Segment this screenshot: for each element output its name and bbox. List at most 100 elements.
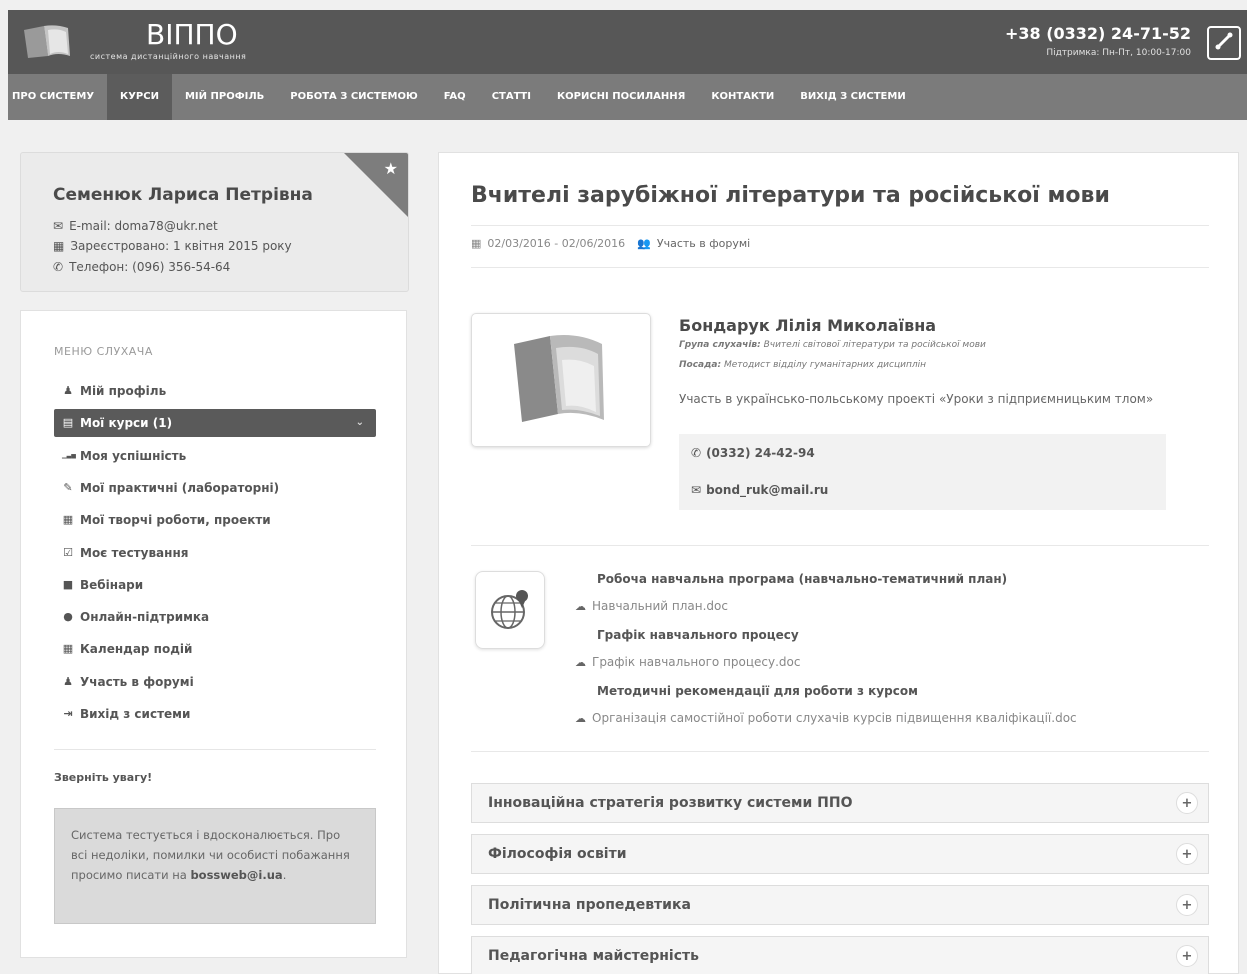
menu-item-9[interactable]: ♟ Участь в форумі	[54, 668, 376, 696]
meta-divider	[471, 267, 1209, 268]
video-icon: ■	[62, 578, 74, 591]
menu-item-3[interactable]: ✎ Мої практичні (лабораторні)	[54, 474, 376, 502]
nav-item-6[interactable]: КОРИСНІ ПОСИЛАННЯ	[544, 74, 698, 120]
plus-icon[interactable]: +	[1176, 945, 1198, 967]
accordion-item-0[interactable]: Інноваційна стратегія розвитку системи П…	[471, 783, 1209, 823]
notice-period: .	[282, 868, 287, 882]
plus-icon[interactable]: +	[1176, 894, 1198, 916]
logout-icon: ⇥	[63, 707, 73, 720]
teacher-divider	[471, 545, 1209, 546]
envelope-icon: ✉	[53, 219, 64, 233]
menu-divider	[54, 749, 376, 750]
site-header: ВІППО система дистанційного навчання +38…	[8, 10, 1247, 74]
profile-phone-text: Телефон: (096) 356-54-64	[69, 260, 231, 274]
accordion-label: Філософія освіти	[488, 846, 627, 862]
course-meta: ▦ 02/03/2016 - 02/06/2016 👥 Участь в фор…	[471, 237, 750, 250]
profile-card: ★ Семенюк Лариса Петрівна ✉ E-mail: doma…	[20, 152, 409, 292]
cloud-download-icon: ☁	[575, 655, 586, 669]
book-logo-icon[interactable]	[20, 22, 76, 62]
accordion-label: Політична пропедевтика	[488, 897, 691, 913]
profile-name: Семенюк Лариса Петрівна	[53, 185, 313, 205]
nav-item-3[interactable]: РОБОТА З СИСТЕМОЮ	[277, 74, 430, 120]
nav-item-2[interactable]: МІЙ ПРОФІЛЬ	[172, 74, 277, 120]
calendar-icon: ▦	[53, 239, 65, 253]
nav-item-1[interactable]: КУРСИ	[107, 74, 172, 120]
menu-item-label: Мій профіль	[80, 384, 167, 398]
header-phone: +38 (0332) 24-71-52	[1004, 24, 1191, 43]
forum-link[interactable]: Участь в форумі	[657, 237, 750, 250]
accordion-item-1[interactable]: Філософія освіти +	[471, 834, 1209, 874]
menu-item-4[interactable]: ▦ Мої творчі роботи, проекти	[54, 506, 376, 534]
notice-email[interactable]: bossweb@i.ua	[190, 868, 282, 882]
logo-title[interactable]: ВІППО	[146, 18, 238, 51]
teacher-contacts: ✆ (0332) 24-42-94 ✉ bond_ruk@mail.ru	[679, 434, 1166, 510]
nav-item-0[interactable]: ПРО СИСТЕМУ	[8, 74, 107, 120]
teacher-phone-text: (0332) 24-42-94	[706, 446, 815, 460]
menu-item-1[interactable]: ▤ Мої курси (1) ⌄	[54, 409, 376, 437]
menu-item-label: Мої творчі роботи, проекти	[80, 513, 271, 527]
teacher-description: Участь в українсько-польському проекті «…	[679, 392, 1154, 406]
calendar-icon: ▦	[471, 237, 482, 250]
teacher-group: Група слухачів: Вчителі світової літерат…	[679, 340, 986, 350]
profile-phone: ✆ Телефон: (096) 356-54-64	[53, 260, 230, 274]
course-dates: 02/03/2016 - 02/06/2016	[487, 237, 626, 250]
menu-item-8[interactable]: ▦ Календар подій	[54, 635, 376, 663]
method-file-text: Організація самостійної роботи слухачів …	[592, 711, 1077, 725]
method-file-link[interactable]: ☁ Організація самостійної роботи слухачі…	[575, 711, 1077, 725]
schedule-title: Графік навчального процесу	[597, 628, 799, 642]
menu-item-2[interactable]: ▁▃▅ Моя успішність	[54, 442, 376, 470]
nav-item-4[interactable]: FAQ	[431, 74, 479, 120]
chevron-down-icon: ⌄	[355, 417, 364, 428]
docs-divider	[471, 751, 1209, 752]
calendar-icon: ▦	[62, 642, 74, 655]
nav-item-7[interactable]: КОНТАКТИ	[698, 74, 787, 120]
teacher-photo	[471, 313, 651, 447]
menu-item-10[interactable]: ⇥ Вихід з системи	[54, 700, 376, 728]
file-icon: ▦	[62, 513, 74, 526]
profile-email: ✉ E-mail: doma78@ukr.net	[53, 219, 218, 233]
teacher-email[interactable]: ✉ bond_ruk@mail.ru	[691, 483, 828, 497]
menu-item-label: Вихід з системи	[80, 707, 191, 721]
cloud-download-icon: ☁	[575, 711, 586, 725]
program-title: Робоча навчальна програма (навчально-тем…	[597, 572, 1008, 586]
accordion-item-2[interactable]: Політична пропедевтика +	[471, 885, 1209, 925]
menu-item-0[interactable]: ♟ Мій профіль	[54, 377, 376, 405]
profile-registered-text: Зареєстровано: 1 квітня 2015 року	[70, 239, 292, 253]
envelope-icon: ✉	[691, 483, 702, 497]
program-file-link[interactable]: ☁ Навчальний план.doc	[575, 599, 728, 613]
book-icon: ▤	[62, 416, 74, 429]
menu-item-5[interactable]: ☑ Моє тестування	[54, 539, 376, 567]
schedule-file-text: Графік навчального процесу.doc	[592, 655, 801, 669]
phone-icon: ✆	[53, 260, 64, 274]
phone-button[interactable]	[1207, 26, 1241, 60]
logo-subtitle: система дистанційного навчання	[90, 52, 247, 61]
teacher-name: Бондарук Лілія Миколаївна	[679, 316, 937, 335]
menu-item-label: Моє тестування	[80, 546, 189, 560]
corner-ribbon	[344, 153, 408, 217]
menu-item-label: Моя успішність	[80, 449, 187, 463]
course-title: Вчителі зарубіжної літератури та російсь…	[471, 183, 1110, 208]
profile-email-text: E-mail: doma78@ukr.net	[69, 219, 218, 233]
checkbox-icon: ☑	[63, 546, 73, 559]
teacher-group-value: Вчителі світової літератури та російсько…	[763, 340, 986, 350]
accordion-label: Педагогічна майстерність	[488, 948, 699, 964]
teacher-phone: ✆ (0332) 24-42-94	[691, 446, 815, 460]
profile-registered: ▦ Зареєстровано: 1 квітня 2015 року	[53, 239, 292, 253]
phone-icon	[1214, 31, 1234, 55]
menu-heading: МЕНЮ СЛУХАЧА	[54, 345, 153, 358]
teacher-email-text: bond_ruk@mail.ru	[706, 483, 829, 497]
menu-item-label: Календар подій	[80, 642, 193, 656]
plus-icon[interactable]: +	[1176, 843, 1198, 865]
method-title: Методичні рекомендації для роботи з курс…	[597, 684, 918, 698]
plus-icon[interactable]: +	[1176, 792, 1198, 814]
attention-title: Зверніть увагу!	[54, 771, 153, 784]
nav-item-8[interactable]: ВИХІД З СИСТЕМИ	[787, 74, 918, 120]
menu-item-7[interactable]: ● Онлайн-підтримка	[54, 603, 376, 631]
accordion-item-3[interactable]: Педагогічна майстерність +	[471, 936, 1209, 974]
user-icon: ♟	[63, 384, 73, 397]
chat-icon: ●	[63, 610, 73, 623]
nav-item-5[interactable]: СТАТТІ	[479, 74, 544, 120]
schedule-file-link[interactable]: ☁ Графік навчального процесу.doc	[575, 655, 800, 669]
star-icon[interactable]: ★	[384, 159, 398, 178]
menu-item-6[interactable]: ■ Вебінари	[54, 571, 376, 599]
